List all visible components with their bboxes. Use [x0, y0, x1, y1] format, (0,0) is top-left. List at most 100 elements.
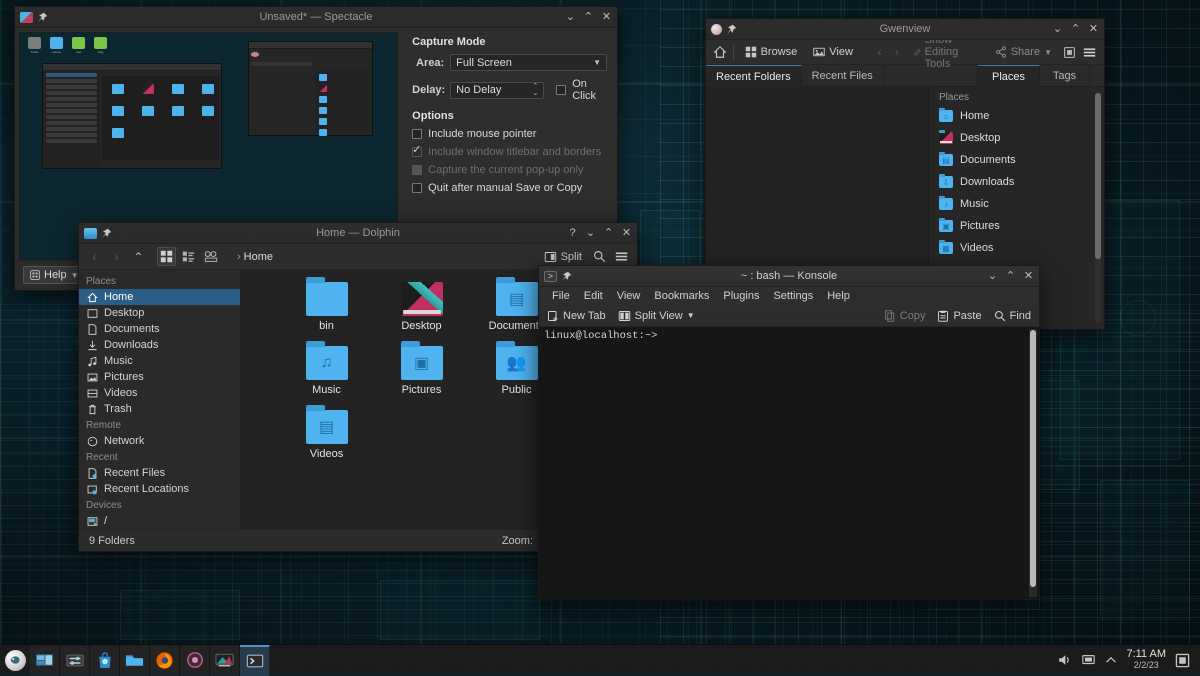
gwenview-window-buttons[interactable]: ⌄ ⌃ ✕ — [1052, 23, 1099, 36]
gwenview-place-downloads[interactable]: ⇩ Downloads — [929, 171, 1104, 193]
on-click-checkbox[interactable]: On Click — [556, 78, 607, 102]
task-gwenview[interactable] — [210, 645, 240, 676]
file-item[interactable]: ♫ Music — [279, 346, 374, 396]
file-item[interactable]: ▤ Videos — [279, 410, 374, 460]
spectacle-titlebar[interactable]: Unsaved* — Spectacle ⌄ ⌃ ✕ — [15, 7, 617, 28]
hamburger-icon[interactable] — [612, 247, 631, 266]
menu-bookmarks[interactable]: Bookmarks — [647, 287, 716, 305]
gwenview-toolbar[interactable]: Browse View ‹ › Show Editing Tools Shar — [706, 40, 1104, 65]
file-item[interactable]: Desktop — [374, 282, 469, 332]
gwenview-place-videos[interactable]: ▦ Videos — [929, 237, 1104, 259]
taskbar[interactable]: 7:11 AM 2/2/23 — [0, 644, 1200, 675]
pin-icon[interactable] — [561, 271, 572, 282]
pin-icon[interactable] — [101, 228, 112, 239]
menu-help[interactable]: Help — [820, 287, 857, 305]
task-settings[interactable] — [60, 645, 90, 676]
desktop-pager-icon[interactable] — [1175, 653, 1190, 668]
paste-button[interactable]: Paste — [937, 310, 981, 322]
gwenview-place-music[interactable]: ♪ Music — [929, 193, 1104, 215]
share-button[interactable]: Share ▼ — [990, 43, 1057, 62]
sidebar-item-network[interactable]: Network — [79, 433, 240, 449]
up-icon[interactable]: ⌃ — [129, 247, 148, 266]
file-item[interactable]: ▣ Pictures — [374, 346, 469, 396]
gwenview-place-pictures[interactable]: ▣ Pictures — [929, 215, 1104, 237]
sidebar-item-recent-files[interactable]: Recent Files — [79, 465, 240, 481]
option-include-mouse-pointer[interactable]: Include mouse pointer — [412, 128, 607, 140]
close-button[interactable]: ✕ — [1023, 270, 1034, 283]
dolphin-titlebar[interactable]: Home — Dolphin ? ⌄ ⌃ ✕ — [79, 223, 637, 244]
split-button[interactable]: Split — [539, 247, 587, 266]
task-firefox[interactable] — [150, 645, 180, 676]
forward-icon[interactable]: › — [891, 43, 902, 62]
task-dolphin[interactable] — [120, 645, 150, 676]
menu-settings[interactable]: Settings — [766, 287, 820, 305]
view-button[interactable]: View — [808, 43, 858, 62]
task-konsole[interactable] — [240, 645, 270, 676]
konsole-toolbar[interactable]: New Tab Split View ▼ Copy Paste — [539, 305, 1039, 327]
dolphin-window-buttons[interactable]: ? ⌄ ⌃ ✕ — [567, 227, 632, 240]
help-button[interactable]: ? — [567, 227, 578, 240]
tab-places[interactable]: Places — [978, 65, 1040, 87]
show-hidden-icon[interactable] — [1105, 655, 1117, 665]
show-editing-tools-button[interactable]: Show Editing Tools — [909, 43, 984, 62]
konsole-window-buttons[interactable]: ⌄ ⌃ ✕ — [987, 270, 1034, 283]
tab-recent-folders[interactable]: Recent Folders — [706, 65, 802, 87]
option-include-titlebar[interactable]: Include window titlebar and borders — [412, 146, 607, 158]
maximize-button[interactable]: ⌃ — [583, 11, 594, 24]
task-spectacle[interactable] — [30, 645, 60, 676]
system-tray[interactable]: 7:11 AM 2/2/23 — [1057, 649, 1200, 671]
menu-edit[interactable]: Edit — [577, 287, 610, 305]
sidebar-item-home[interactable]: Home — [79, 289, 240, 305]
gwenview-place-desktop[interactable]: Desktop — [929, 127, 1104, 149]
menu-file[interactable]: File — [545, 287, 577, 305]
browse-button[interactable]: Browse — [740, 43, 803, 62]
breadcrumb[interactable]: › Home — [237, 251, 273, 263]
menu-plugins[interactable]: Plugins — [716, 287, 766, 305]
sidebar-item-downloads[interactable]: Downloads — [79, 337, 240, 353]
konsole-terminal-area[interactable]: linux@localhost:~> — [539, 327, 1039, 599]
sidebar-item-recent-locations[interactable]: Recent Locations — [79, 481, 240, 497]
konsole-scrollbar[interactable] — [1029, 329, 1037, 597]
back-icon[interactable]: ‹ — [874, 43, 885, 62]
gwenview-place-documents[interactable]: ▤ Documents — [929, 149, 1104, 171]
file-item[interactable]: bin — [279, 282, 374, 332]
sidebar-item-music[interactable]: Music — [79, 353, 240, 369]
sidebar-item-pictures[interactable]: Pictures — [79, 369, 240, 385]
close-button[interactable]: ✕ — [601, 11, 612, 24]
gwenview-titlebar[interactable]: Gwenview ⌄ ⌃ ✕ — [706, 19, 1104, 40]
split-view-button[interactable]: Split View ▼ — [618, 310, 695, 322]
close-button[interactable]: ✕ — [1088, 23, 1099, 36]
gwenview-scrollbar[interactable] — [1095, 93, 1101, 323]
area-combobox[interactable]: Full Screen ▼ — [450, 54, 607, 71]
minimize-button[interactable]: ⌄ — [565, 11, 576, 24]
forward-icon[interactable]: › — [107, 247, 126, 266]
fullscreen-icon[interactable] — [1063, 43, 1076, 62]
breadcrumb-home[interactable]: Home — [244, 251, 273, 263]
help-button[interactable]: Help ▼ — [23, 266, 86, 284]
sidebar-item-trash[interactable]: Trash — [79, 401, 240, 417]
pin-icon[interactable] — [37, 12, 48, 23]
konsole-titlebar[interactable]: > ~ : bash — Konsole ⌄ ⌃ ✕ — [539, 266, 1039, 287]
konsole-window[interactable]: > ~ : bash — Konsole ⌄ ⌃ ✕ File Edit Vie… — [538, 265, 1040, 600]
application-launcher-button[interactable] — [0, 650, 30, 671]
menu-view[interactable]: View — [610, 287, 648, 305]
back-icon[interactable]: ‹ — [85, 247, 104, 266]
minimize-button[interactable]: ⌄ — [1052, 23, 1063, 36]
option-capture-popup-only[interactable]: Capture the current pop-up only — [412, 164, 607, 176]
view-compact-icon[interactable] — [179, 247, 198, 266]
gwenview-place-home[interactable]: ⌂ Home — [929, 105, 1104, 127]
volume-icon[interactable] — [1057, 653, 1072, 667]
find-button[interactable]: Find — [994, 310, 1031, 322]
search-icon[interactable] — [590, 247, 609, 266]
minimize-button[interactable]: ⌄ — [585, 227, 596, 240]
new-tab-button[interactable]: New Tab — [547, 310, 606, 322]
minimize-button[interactable]: ⌄ — [987, 270, 998, 283]
spinner-arrows-icon[interactable]: ⌃⌄ — [532, 83, 538, 97]
pin-icon[interactable] — [726, 24, 737, 35]
digital-clock[interactable]: 7:11 AM 2/2/23 — [1126, 649, 1166, 671]
task-manager[interactable] — [30, 645, 270, 676]
copy-button[interactable]: Copy — [884, 310, 926, 322]
hamburger-icon[interactable] — [1082, 43, 1097, 62]
network-icon[interactable] — [1081, 653, 1096, 667]
view-icons-icon[interactable] — [157, 247, 176, 266]
